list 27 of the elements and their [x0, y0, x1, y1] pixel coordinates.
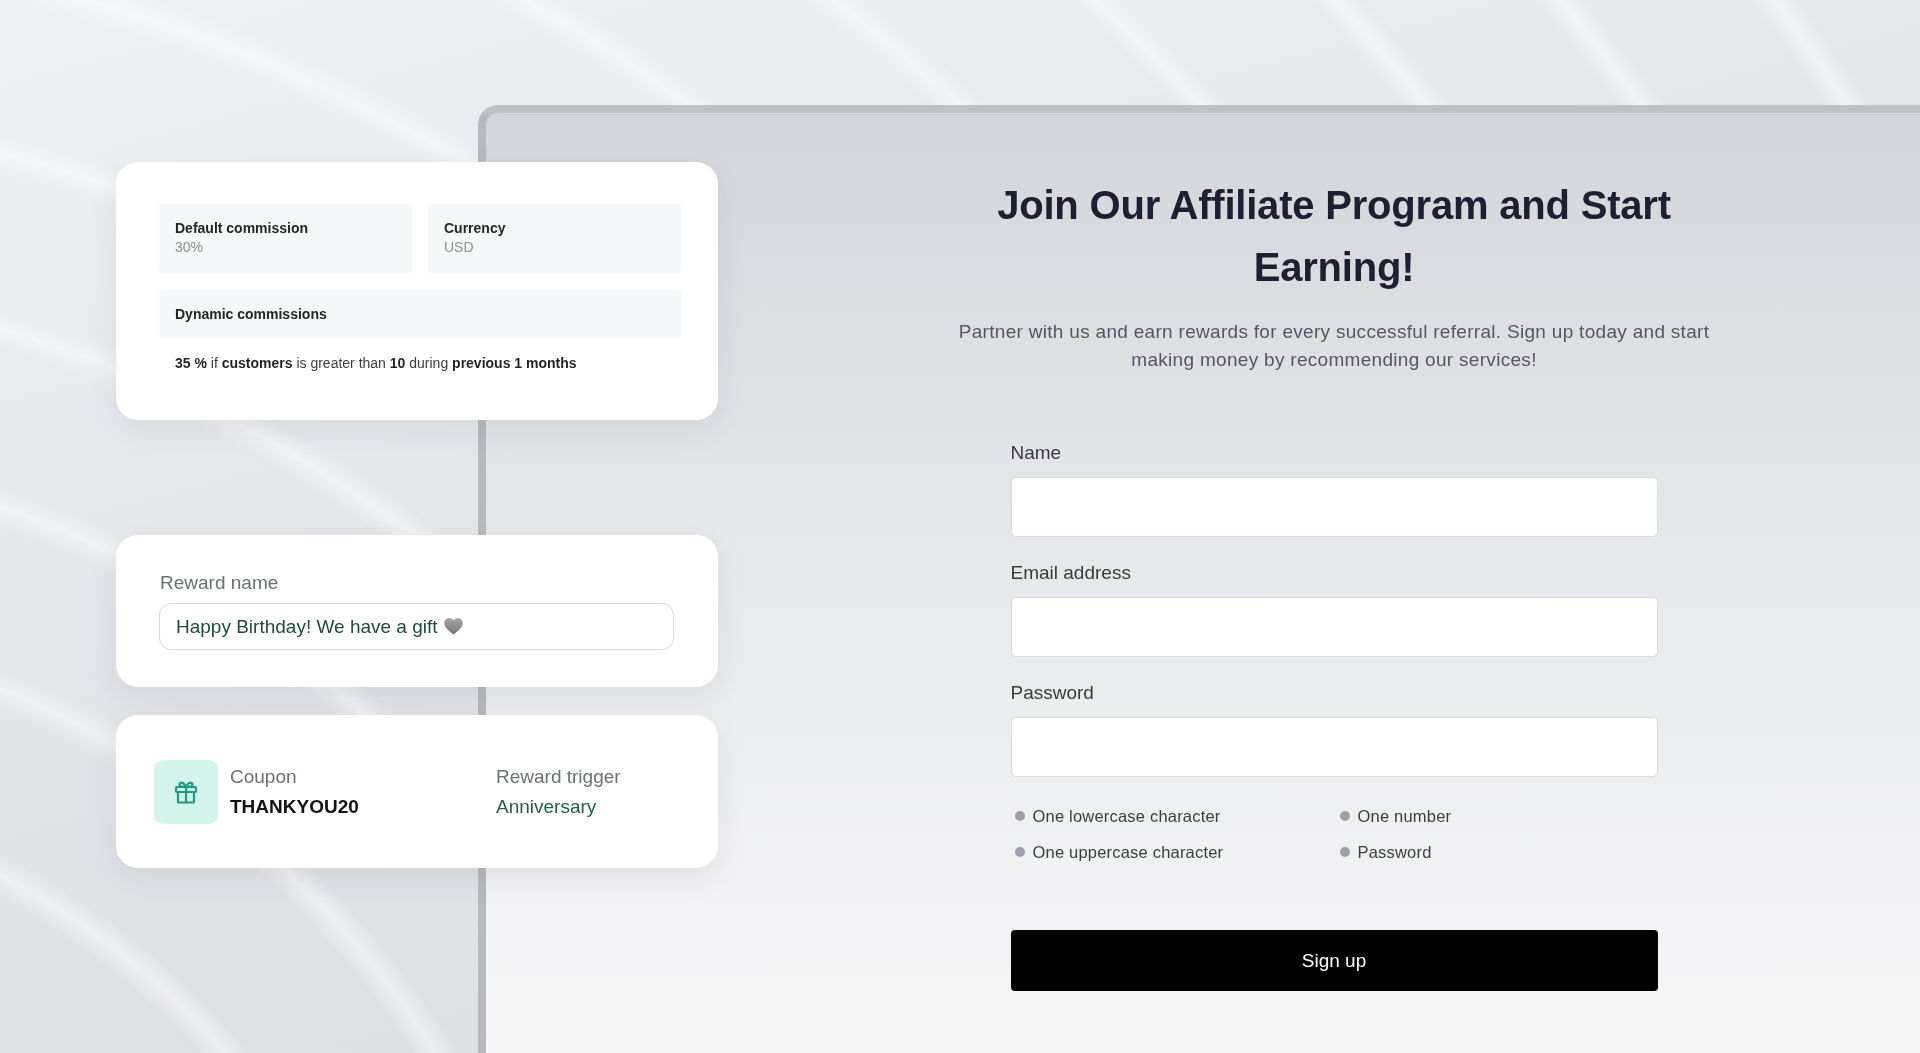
setting-value: USD — [444, 238, 475, 257]
password-rule: One number — [1357, 806, 1452, 827]
setting-label: Default commission — [175, 219, 310, 238]
field-label: Name — [1010, 441, 1063, 465]
input-field[interactable] — [1010, 477, 1658, 537]
setting-label: Currency — [444, 219, 507, 238]
field-label: Email address — [1010, 561, 1132, 585]
password-rule: One lowercase character — [1032, 806, 1221, 827]
reward-name-input[interactable]: Happy Birthday! We have a gift — [159, 603, 674, 650]
field-label: Reward name — [159, 571, 280, 595]
coupon-label: Coupon — [230, 764, 298, 789]
setting-value: 30% — [175, 238, 205, 257]
password-rule: One uppercase character — [1032, 842, 1224, 863]
heart-icon — [443, 618, 463, 635]
coupon-code: THANKYOU20 — [230, 794, 359, 819]
section-heading: Dynamic commissions — [175, 304, 327, 324]
password-rule: Password — [1357, 842, 1432, 863]
signup-button[interactable]: Sign up — [1010, 930, 1658, 991]
commission-rule-text: 35 % if customers is greater than 10 during previous 1 months — [175, 354, 578, 373]
trigger-label: Reward trigger — [496, 764, 622, 789]
trigger-value: Anniversary — [496, 794, 598, 819]
gift-icon — [154, 759, 218, 824]
field-label: Password — [1010, 681, 1095, 705]
page-subtitle: Partner with us and earn rewards for every successful referral. Sign up today and start making money by recommending our services! — [957, 320, 1711, 372]
input-field[interactable] — [1010, 717, 1658, 777]
page-title: Join Our Affiliate Program and Start Earning! — [996, 182, 1672, 291]
input-field[interactable] — [1010, 597, 1658, 657]
